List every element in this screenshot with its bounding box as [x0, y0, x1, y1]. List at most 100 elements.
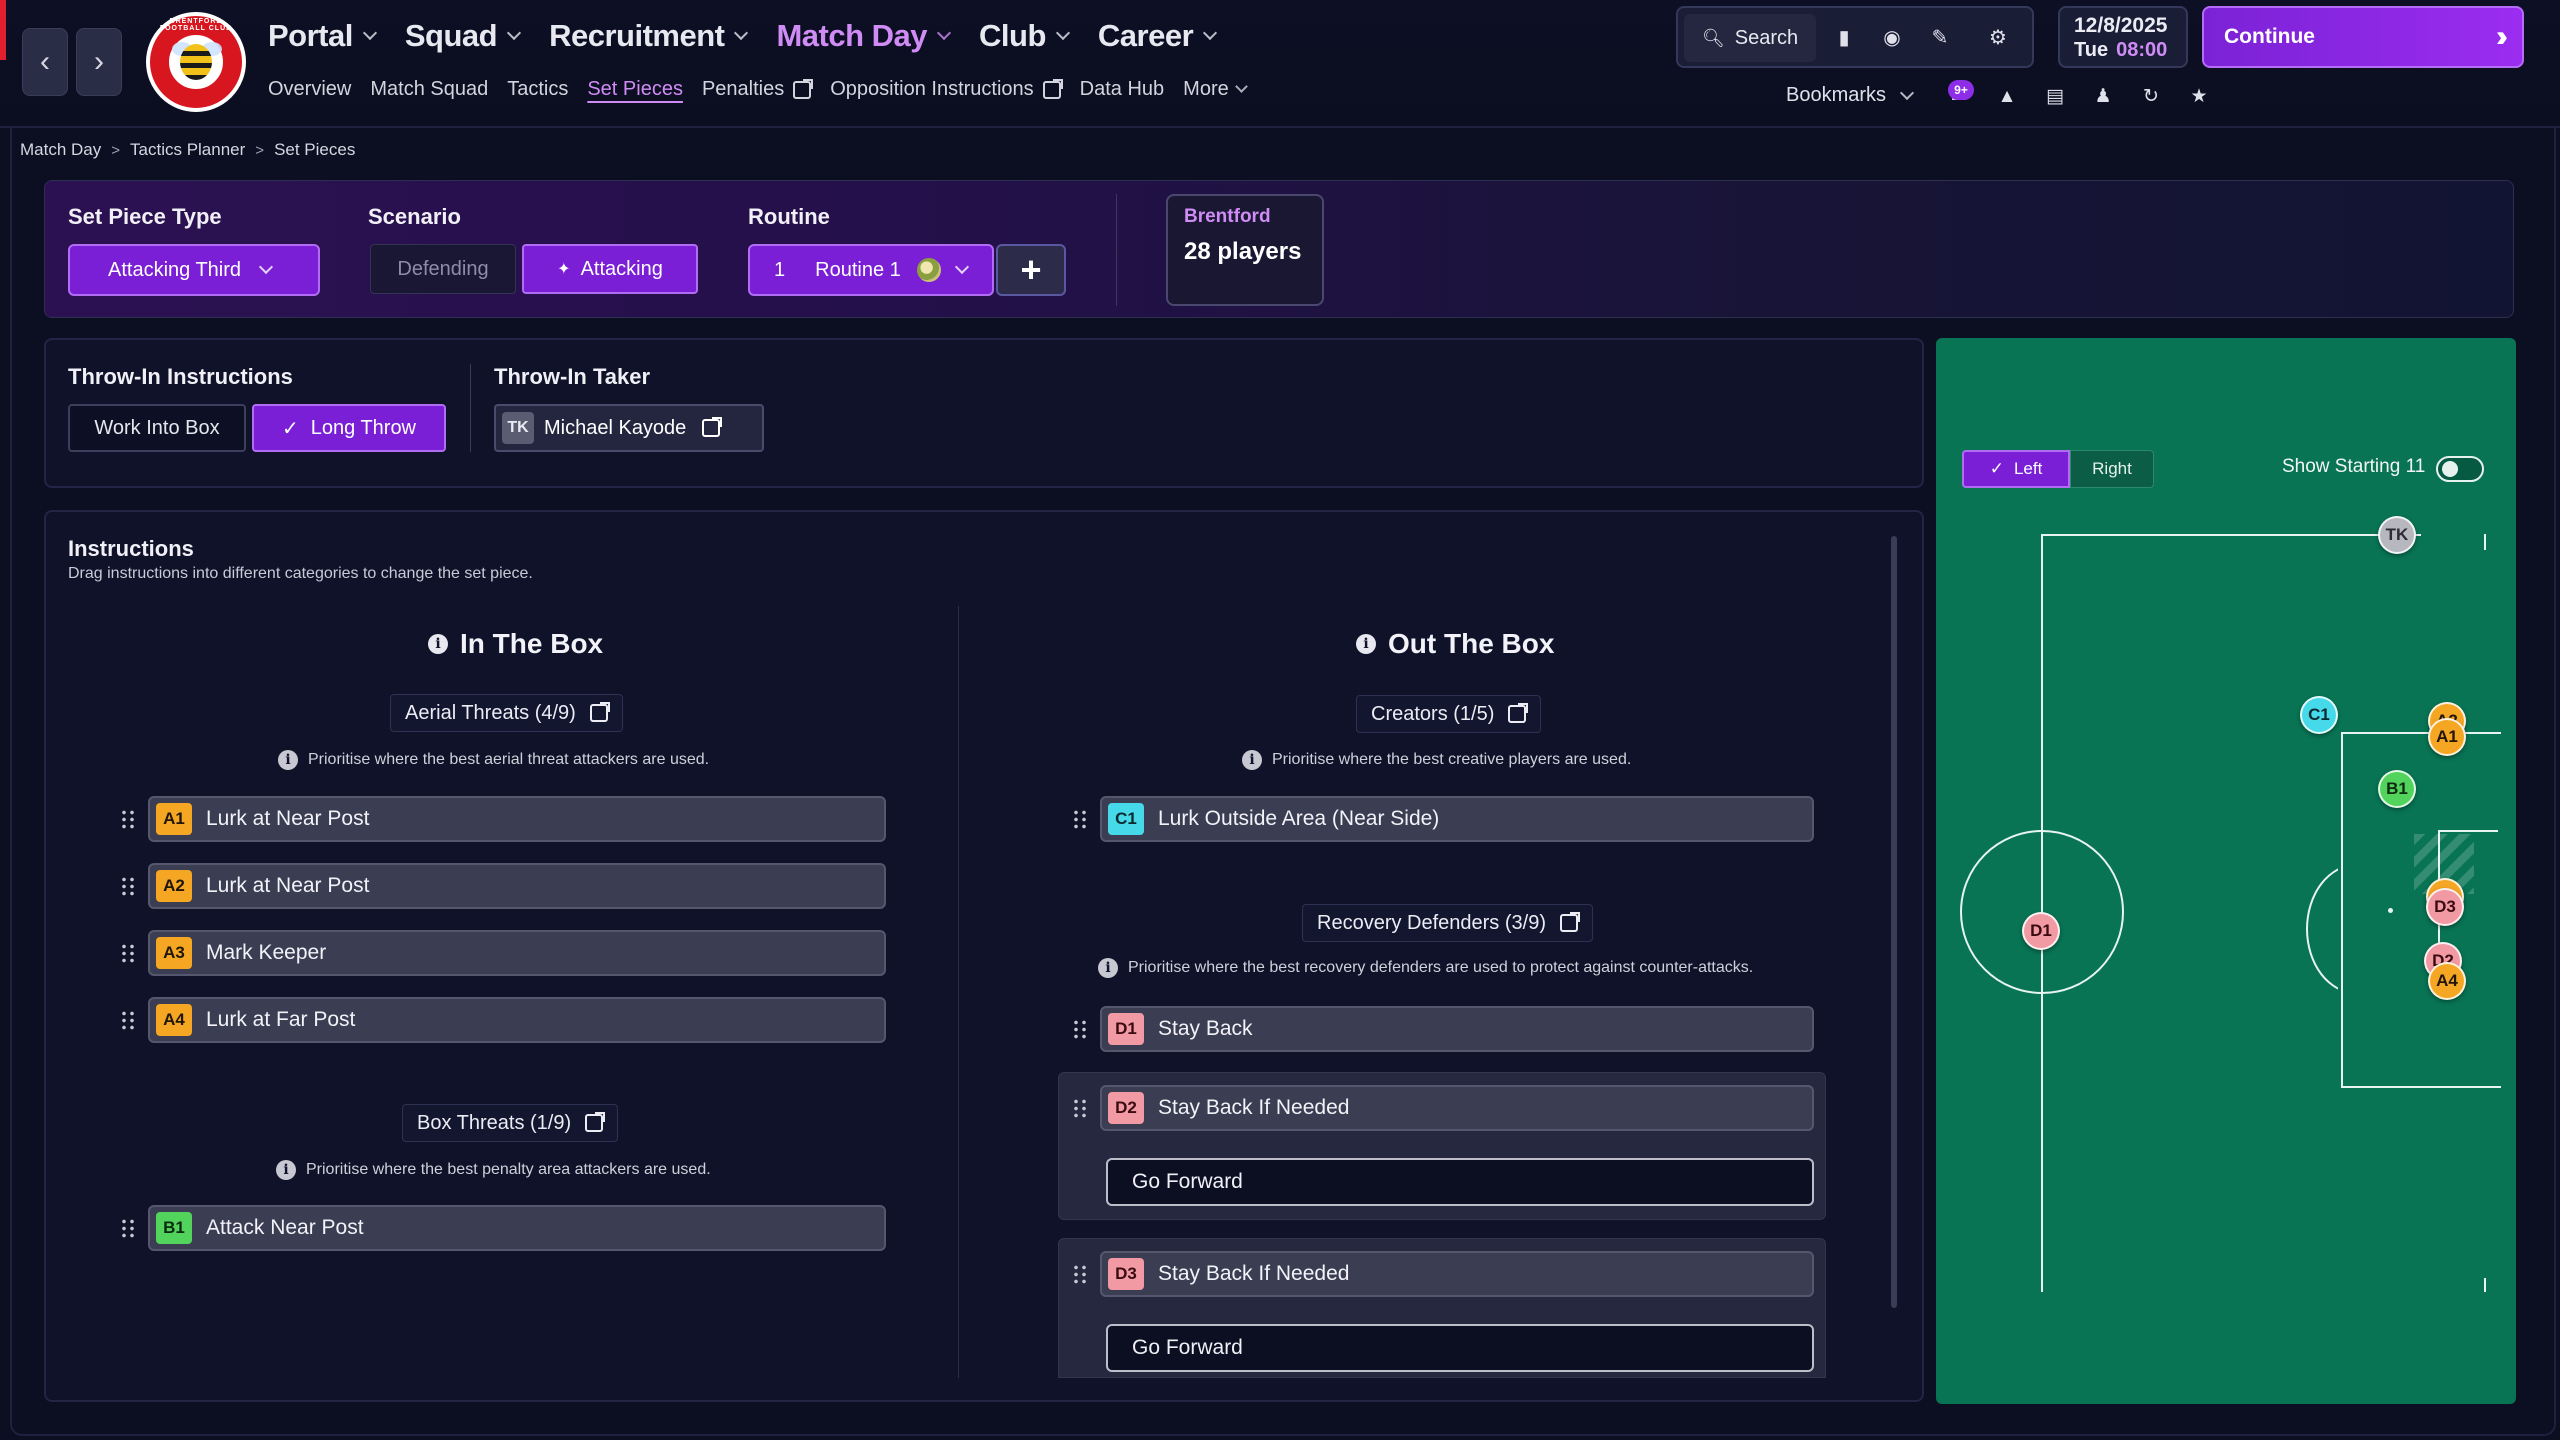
info-icon: i — [1098, 958, 1118, 978]
nav-career[interactable]: Career — [1098, 14, 1218, 58]
player-token-d1[interactable]: D1 — [2022, 912, 2060, 950]
drag-handle-icon[interactable] — [122, 1010, 134, 1030]
show-starting-11-switch[interactable] — [2436, 456, 2484, 482]
aerial-threats-category[interactable]: Aerial Threats (4/9) — [390, 694, 623, 732]
bookmark-icon[interactable]: ▮ — [1830, 24, 1858, 52]
search-button[interactable]: 🔍︎ Search — [1684, 14, 1816, 62]
shirt-icon[interactable]: ▲ — [1994, 84, 2020, 110]
club-crest[interactable]: BRENTFORD FOOTBALL CLUB — [146, 12, 246, 112]
tab-overview[interactable]: Overview — [268, 78, 351, 101]
tab-more[interactable]: More — [1183, 78, 1248, 101]
instruction-row-d3[interactable]: D3 Stay Back If Needed — [1100, 1251, 1814, 1297]
go-forward-option-d2[interactable]: Go Forward — [1106, 1158, 1814, 1206]
breadcrumb-tactics-planner[interactable]: Tactics Planner — [130, 140, 245, 160]
player-token-a4[interactable]: A4 — [2428, 962, 2466, 1000]
pitch-view[interactable] — [1936, 338, 2516, 1404]
go-forward-option-d3[interactable]: Go Forward — [1106, 1324, 1814, 1372]
nav-squad[interactable]: Squad — [405, 14, 522, 58]
tab-data-hub[interactable]: Data Hub — [1080, 78, 1165, 101]
instruction-row-c1[interactable]: C1 Lurk Outside Area (Near Side) — [1100, 796, 1814, 842]
info-icon[interactable]: i — [428, 634, 448, 654]
instruction-text: Lurk at Near Post — [206, 874, 370, 897]
instruction-row-b1[interactable]: B1 Attack Near Post — [148, 1205, 886, 1251]
penalty-area-bottom-line — [2341, 1086, 2501, 1088]
drag-handle-icon[interactable] — [1074, 809, 1086, 829]
team-card[interactable]: Brentford 28 players — [1166, 194, 1324, 306]
tab-set-pieces[interactable]: Set Pieces — [587, 78, 683, 101]
nav-portal[interactable]: Portal — [268, 14, 377, 58]
player-token-a1[interactable]: A1 — [2428, 718, 2466, 756]
bookmarks-dropdown[interactable]: Bookmarks — [1786, 84, 1915, 107]
chevron-down-icon — [1203, 25, 1218, 41]
pencil-icon[interactable]: ✎ — [1926, 24, 1954, 52]
tab-match-squad[interactable]: Match Squad — [370, 78, 488, 101]
player-token-b1[interactable]: B1 — [2378, 770, 2416, 808]
side-right-toggle[interactable]: Right — [2070, 450, 2154, 488]
scenario-defending[interactable]: Defending — [370, 244, 516, 294]
forward-button[interactable]: › — [76, 28, 122, 96]
creators-category[interactable]: Creators (1/5) — [1356, 695, 1542, 733]
people-icon[interactable]: ♟ — [2090, 84, 2116, 110]
instruction-row-a2[interactable]: A2 Lurk at Near Post — [148, 863, 886, 909]
box-threats-category[interactable]: Box Threats (1/9) — [402, 1104, 619, 1142]
drag-handle-icon[interactable] — [1074, 1019, 1086, 1039]
drag-handle-icon[interactable] — [1074, 1264, 1086, 1284]
work-into-box-button[interactable]: Work Into Box — [68, 404, 246, 452]
in-the-box-heading: i In The Box — [428, 628, 603, 660]
nav-recruitment[interactable]: Recruitment — [549, 14, 749, 58]
tab-opposition-instructions[interactable]: Opposition Instructions — [830, 78, 1063, 101]
player-token-d3[interactable]: D3 — [2426, 888, 2464, 926]
long-throw-button[interactable]: ✓ Long Throw — [252, 404, 446, 452]
nav-club[interactable]: Club — [979, 14, 1070, 58]
drag-handle-icon[interactable] — [122, 809, 134, 829]
instruction-row-d1[interactable]: D1 Stay Back — [1100, 1006, 1814, 1052]
tab-penalties[interactable]: Penalties — [702, 78, 814, 101]
nav-match-day-label: Match Day — [776, 18, 928, 53]
date-time-display[interactable]: 12/8/2025 Tue 08:00 — [2058, 6, 2188, 68]
breadcrumb-match-day[interactable]: Match Day — [20, 140, 101, 160]
side-left-label: Left — [2013, 459, 2043, 478]
drag-handle-icon[interactable] — [122, 876, 134, 896]
globe-icon[interactable]: ◉ — [1878, 24, 1906, 52]
instruction-text: Stay Back If Needed — [1158, 1262, 1350, 1285]
instruction-row-a3[interactable]: A3 Mark Keeper — [148, 930, 886, 976]
player-token-c1[interactable]: C1 — [2300, 696, 2338, 734]
player-token-tk[interactable]: TK — [2378, 516, 2416, 554]
trophy-icon[interactable]: ★ — [2186, 84, 2212, 110]
date-text: 12/8/2025 — [2074, 14, 2168, 37]
set-piece-type-dropdown[interactable]: Attacking Third — [68, 244, 320, 296]
nav-match-day[interactable]: Match Day — [776, 14, 952, 58]
gear-icon[interactable]: ⚙ — [1984, 24, 2012, 52]
instruction-row-a1[interactable]: A1 Lurk at Near Post — [148, 796, 886, 842]
chip-d2: D2 — [1108, 1092, 1144, 1124]
drag-handle-icon[interactable] — [122, 943, 134, 963]
back-button[interactable]: ‹ — [22, 28, 68, 96]
external-link-icon — [702, 417, 723, 437]
throw-in-taker-button[interactable]: TK Michael Kayode — [494, 404, 764, 452]
tab-tactics[interactable]: Tactics — [507, 78, 568, 101]
add-routine-button[interactable]: + — [996, 244, 1066, 296]
routine-dropdown[interactable]: 1 Routine 1 — [748, 244, 994, 296]
notification-badge: 9+ — [1948, 80, 1974, 100]
info-icon: i — [276, 1160, 296, 1180]
chip-d3: D3 — [1108, 1258, 1144, 1290]
side-left-toggle[interactable]: ✓ Left — [1962, 450, 2070, 488]
creators-hint: i Prioritise where the best creative pla… — [1242, 750, 1631, 770]
scenario-attacking[interactable]: ✦ Attacking — [522, 244, 698, 294]
instruction-text: Stay Back — [1158, 1017, 1253, 1040]
sub-nav: Overview Match Squad Tactics Set Pieces … — [268, 78, 1265, 101]
continue-button[interactable]: Continue ›› — [2202, 6, 2524, 68]
clipboard-icon[interactable]: ▤ — [2042, 84, 2068, 110]
refresh-icon[interactable]: ↻ — [2138, 84, 2164, 110]
external-link-icon — [1042, 78, 1063, 99]
instruction-row-a4[interactable]: A4 Lurk at Far Post — [148, 997, 886, 1043]
recovery-defenders-category[interactable]: Recovery Defenders (3/9) — [1302, 904, 1593, 942]
instructions-scrollbar[interactable] — [1891, 536, 1897, 1308]
info-icon[interactable]: i — [1356, 634, 1376, 654]
instruction-row-d2[interactable]: D2 Stay Back If Needed — [1100, 1085, 1814, 1131]
drag-handle-icon[interactable] — [122, 1218, 134, 1238]
nav-recruitment-label: Recruitment — [549, 18, 725, 53]
chip-a1: A1 — [156, 803, 192, 835]
drag-handle-icon[interactable] — [1074, 1098, 1086, 1118]
chip-a3: A3 — [156, 937, 192, 969]
